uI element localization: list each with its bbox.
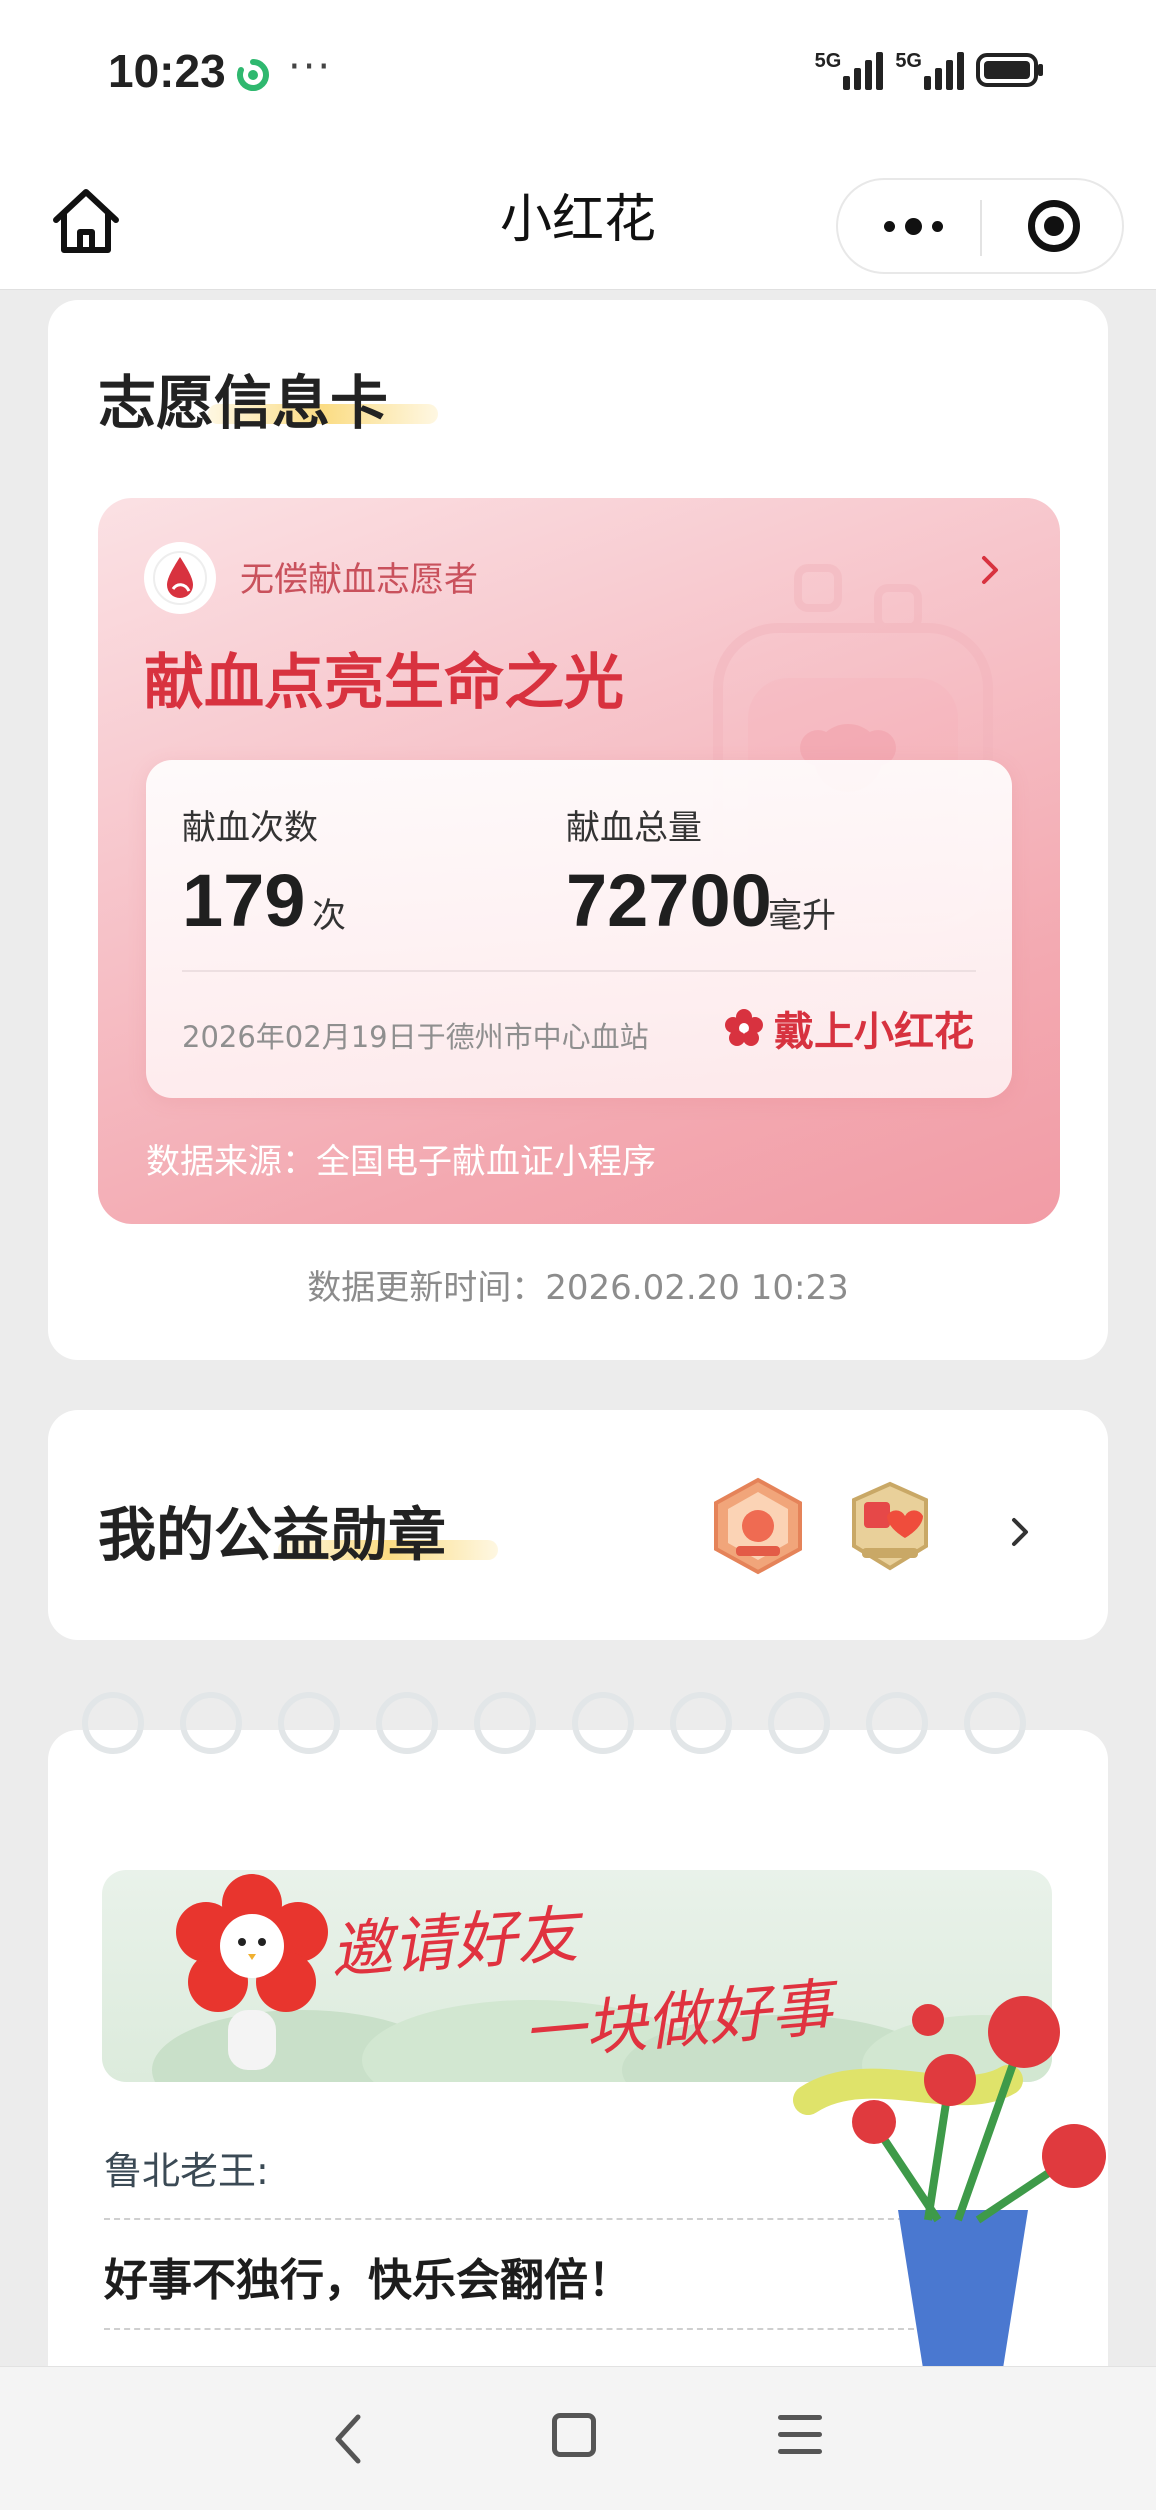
status-more-icon: ··· [288,44,333,90]
medal-honor-donor-icon[interactable] [840,1476,940,1576]
network-label: 5G [895,50,922,72]
donation-count-label: 献血次数 [182,808,318,848]
capsule-divider [980,200,982,256]
notebook-rings [82,1692,1062,1762]
section-title: 志愿信息卡 [98,369,389,437]
banner-text-line-1: 邀请好友 [328,1897,581,1988]
battery-icon [976,53,1043,87]
menu-icon[interactable] [778,2413,822,2457]
donation-count-unit: 次 [312,896,346,936]
volunteer-info-card: 志愿信息卡 无偿献血志愿者 献血点亮生命之光 献血次数 179 次 献血总量 7… [48,300,1108,1360]
medal-card[interactable]: 我的公益勋章 [48,1410,1108,1640]
flower-bouquet-icon [793,1996,1106,2400]
mini-program-capsule [836,178,1124,274]
red-flower-icon [725,1009,763,1046]
status-indicators: 5G 5G [815,50,1046,90]
volunteer-badge-label: 无偿献血志愿者 [240,560,478,600]
stats-divider [182,970,976,972]
signal-icon [924,50,964,90]
donor-certificate-card[interactable]: 无偿献血志愿者 献血点亮生命之光 献血次数 179 次 献血总量 72700 毫… [98,498,1060,1224]
status-time: 10:23 [108,45,226,97]
section-title: 我的公益勋章 [98,1501,447,1569]
chevron-right-icon[interactable] [1002,1512,1038,1552]
invite-author: 鲁北老王: [104,2149,269,2193]
donation-stats-panel: 献血次数 179 次 献血总量 72700 毫升 2026年02月19日于德州市… [146,760,1012,1098]
system-nav-bar [0,2366,1156,2510]
blood-donation-logo-icon [144,542,216,614]
donation-count-value: 179 [182,859,306,942]
nav-bar: 小红花 [0,160,1156,290]
signal-icon [843,50,884,90]
update-time: 数据更新时间：2026.02.20 10:23 [307,1268,849,1308]
donation-volume-value: 72700 [566,859,772,942]
home-square-icon[interactable] [552,2413,596,2457]
last-donation-info: 2026年02月19日于德州市中心血站 [182,1020,649,1054]
status-bar: 10:23 ··· 5G 5G [0,0,1156,160]
wear-flower-label: 戴上小红花 [774,1009,974,1055]
donor-slogan: 献血点亮生命之光 [144,648,624,718]
donation-volume-label: 献血总量 [566,808,702,848]
back-icon[interactable] [320,2407,380,2471]
network-label: 5G [814,50,842,72]
flower-mascot-icon [176,1874,328,2070]
medal-50-days-icon[interactable] [708,1476,808,1576]
invite-card: 邀请好友 一块做好事 鲁北老王: 好事不独行，快乐会翻倍！ 邀请好友一块做好事吧… [48,1730,1108,2430]
donation-volume-unit: 毫升 [768,896,836,936]
data-source-text: 数据来源：全国电子献血证小程序 [146,1142,656,1182]
more-dots-icon[interactable] [858,180,968,272]
wear-flower-button[interactable]: 戴上小红花 [724,1000,974,1056]
app-notification-icon [237,59,269,91]
close-target-icon[interactable] [1028,200,1080,252]
chevron-right-icon[interactable] [970,550,1010,590]
invite-message-line: 好事不独行，快乐会翻倍！ [104,2255,632,2306]
